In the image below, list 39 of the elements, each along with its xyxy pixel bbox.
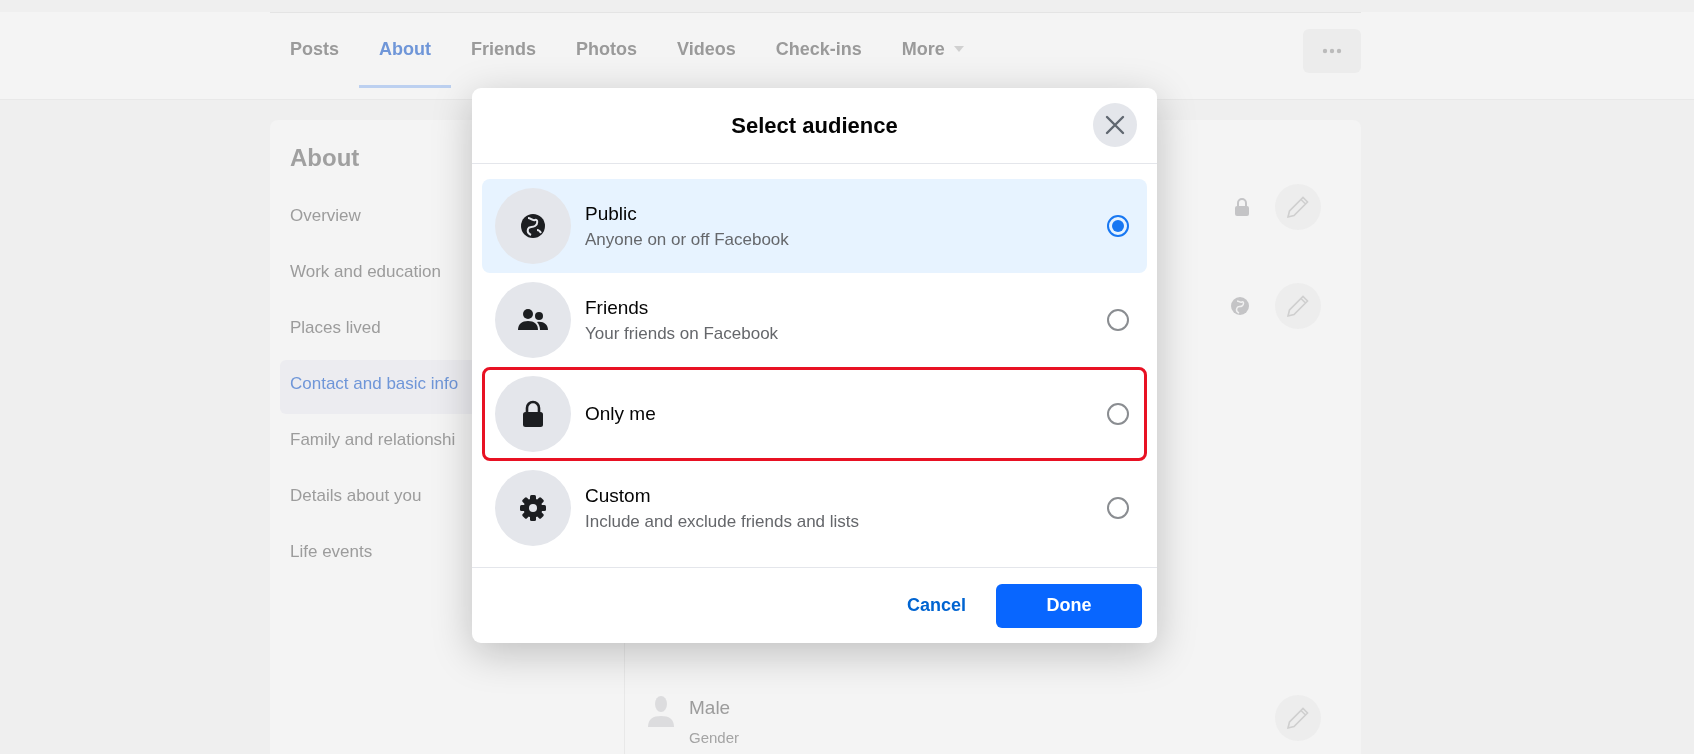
profile-tab[interactable]: Check-ins — [755, 13, 882, 88]
section-title: About — [289, 143, 361, 173]
option-title: Public — [585, 202, 638, 225]
dialog-title: Select audience — [731, 112, 898, 139]
gender-label: Gender — [689, 729, 740, 746]
audience-option[interactable]: Custom Include and exclude friends and lists — [482, 461, 1147, 555]
option-title: Friends — [585, 296, 650, 319]
globe-icon — [519, 212, 547, 240]
radio-button[interactable] — [1107, 497, 1129, 519]
gender-value: Male — [689, 697, 732, 719]
more-icon — [1322, 47, 1342, 54]
done-button[interactable]: Done — [996, 583, 1142, 628]
audience-option[interactable]: Public Anyone on or off Facebook — [482, 179, 1147, 273]
pencil-icon — [1285, 293, 1311, 319]
close-icon — [1105, 115, 1125, 135]
option-description: Include and exclude friends and lists — [585, 511, 861, 532]
profile-tab[interactable]: Friends — [451, 13, 557, 88]
option-title: Custom — [585, 484, 652, 507]
close-button[interactable] — [1093, 103, 1137, 147]
radio-button[interactable] — [1107, 403, 1129, 425]
pencil-icon — [1285, 194, 1311, 220]
profile-tab[interactable]: More — [881, 13, 985, 88]
lock-icon — [1234, 197, 1250, 217]
profile-tab[interactable]: Photos — [556, 13, 658, 88]
audience-option[interactable]: Only me — [482, 367, 1147, 461]
person-icon — [647, 695, 675, 727]
people-icon — [518, 308, 548, 332]
profile-tab[interactable]: Videos — [657, 13, 756, 88]
profile-tab[interactable]: Posts — [270, 13, 360, 88]
profile-tab[interactable]: About — [359, 13, 451, 88]
settings-icon — [519, 494, 547, 522]
radio-button[interactable] — [1107, 215, 1129, 237]
lock-icon — [522, 400, 544, 428]
globe-icon — [1230, 296, 1250, 316]
radio-button[interactable] — [1107, 309, 1129, 331]
option-description: Anyone on or off Facebook — [585, 229, 790, 250]
option-description: Your friends on Facebook — [585, 323, 780, 344]
cancel-button[interactable]: Cancel — [902, 587, 970, 624]
pencil-icon — [1285, 705, 1311, 731]
